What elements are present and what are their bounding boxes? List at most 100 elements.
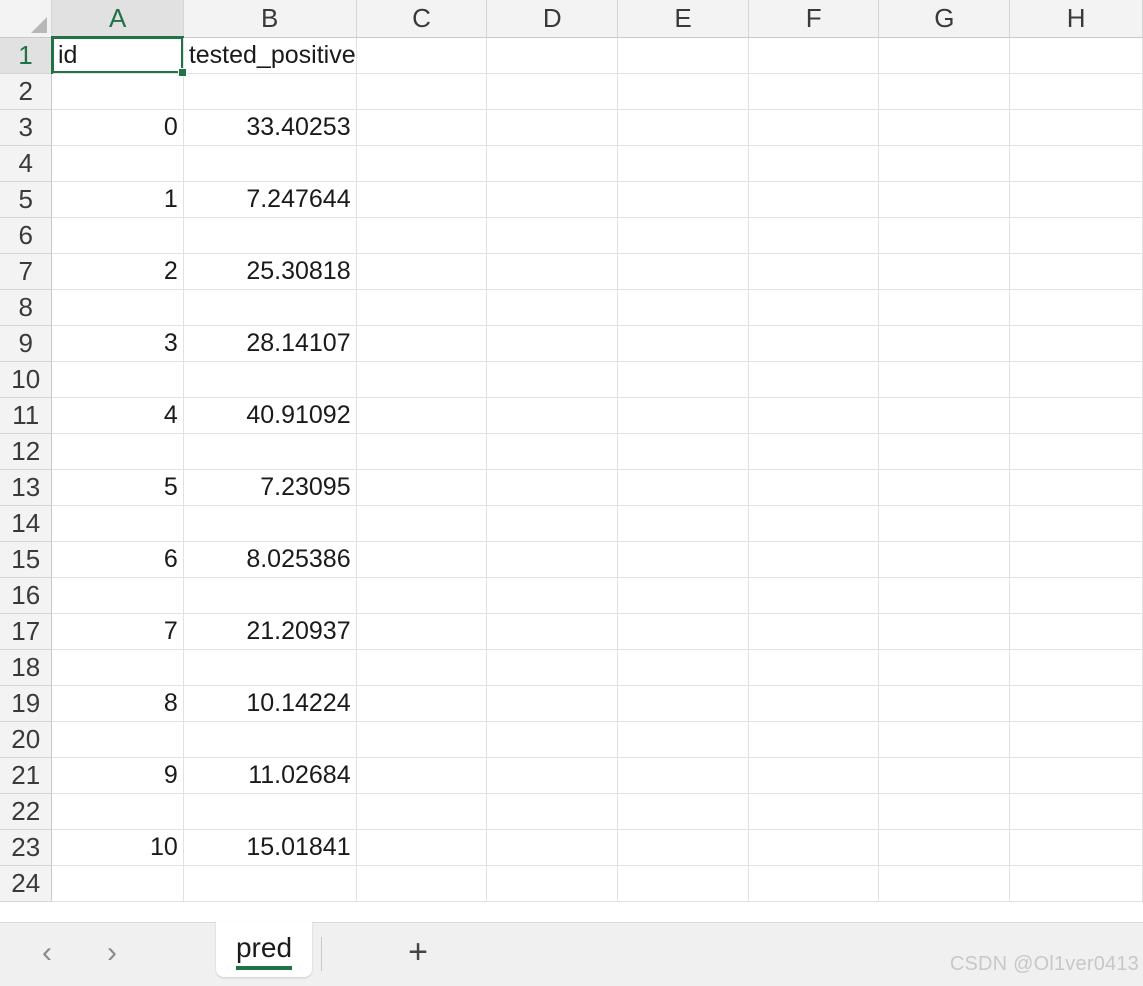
cell-b5[interactable]: 7.247644 (183, 181, 357, 218)
next-sheet-icon[interactable]: › (94, 935, 130, 971)
cell-c18[interactable] (356, 649, 488, 686)
cell-g13[interactable] (878, 469, 1011, 506)
cell-b3[interactable]: 33.40253 (183, 109, 357, 146)
cell-f3[interactable] (748, 109, 880, 146)
cell-h22[interactable] (1009, 793, 1143, 830)
cell-h20[interactable] (1009, 721, 1143, 758)
cell-a19[interactable]: 8 (51, 685, 184, 722)
cell-b1[interactable]: tested_positive (183, 37, 357, 74)
cell-a18[interactable] (51, 649, 184, 686)
cell-d12[interactable] (486, 433, 619, 470)
cell-h19[interactable] (1009, 685, 1143, 722)
cell-a3[interactable]: 0 (51, 109, 184, 146)
cell-g11[interactable] (878, 397, 1011, 434)
row-header[interactable]: 6 (0, 217, 53, 254)
cell-c8[interactable] (356, 289, 488, 326)
cell-h3[interactable] (1009, 109, 1143, 146)
cell-d14[interactable] (486, 505, 619, 542)
cell-d18[interactable] (486, 649, 619, 686)
cell-e9[interactable] (617, 325, 749, 362)
cell-e8[interactable] (617, 289, 749, 326)
cell-f14[interactable] (748, 505, 880, 542)
cell-a15[interactable]: 6 (51, 541, 184, 578)
cell-g8[interactable] (878, 289, 1011, 326)
cell-c13[interactable] (356, 469, 488, 506)
cell-h6[interactable] (1009, 217, 1143, 254)
cell-d11[interactable] (486, 397, 619, 434)
row-header[interactable]: 14 (0, 505, 53, 542)
cell-f20[interactable] (748, 721, 880, 758)
cell-h18[interactable] (1009, 649, 1143, 686)
cell-f24[interactable] (748, 865, 880, 902)
cell-b14[interactable] (183, 505, 357, 542)
cell-c7[interactable] (356, 253, 488, 290)
cell-e12[interactable] (617, 433, 749, 470)
cell-b21[interactable]: 11.02684 (183, 757, 357, 794)
row-header[interactable]: 16 (0, 577, 53, 614)
cell-c11[interactable] (356, 397, 488, 434)
cell-h23[interactable] (1009, 829, 1143, 866)
row-header[interactable]: 24 (0, 865, 53, 902)
row-header[interactable]: 8 (0, 289, 53, 326)
cell-a8[interactable] (51, 289, 184, 326)
cell-a24[interactable] (51, 865, 184, 902)
cell-e18[interactable] (617, 649, 749, 686)
row-header[interactable]: 15 (0, 541, 53, 578)
cell-e22[interactable] (617, 793, 749, 830)
cell-d1[interactable] (486, 37, 619, 74)
cell-h13[interactable] (1009, 469, 1143, 506)
cell-b8[interactable] (183, 289, 357, 326)
sheet-tab-pred[interactable]: pred (216, 922, 312, 977)
cell-c22[interactable] (356, 793, 488, 830)
row-header[interactable]: 5 (0, 181, 53, 218)
cell-d3[interactable] (486, 109, 619, 146)
cell-a4[interactable] (51, 145, 184, 182)
cell-g12[interactable] (878, 433, 1011, 470)
cell-g9[interactable] (878, 325, 1011, 362)
cell-h7[interactable] (1009, 253, 1143, 290)
cell-b19[interactable]: 10.14224 (183, 685, 357, 722)
cell-b15[interactable]: 8.025386 (183, 541, 357, 578)
cell-g5[interactable] (878, 181, 1011, 218)
prev-sheet-icon[interactable]: ‹ (29, 935, 65, 971)
cell-f6[interactable] (748, 217, 880, 254)
cell-d5[interactable] (486, 181, 619, 218)
cell-f10[interactable] (748, 361, 880, 398)
cell-d16[interactable] (486, 577, 619, 614)
cell-e11[interactable] (617, 397, 749, 434)
cell-b4[interactable] (183, 145, 357, 182)
cell-f17[interactable] (748, 613, 880, 650)
column-header-h[interactable]: H (1009, 0, 1143, 38)
cell-e1[interactable] (617, 37, 749, 74)
cell-g2[interactable] (878, 73, 1011, 110)
cell-d7[interactable] (486, 253, 619, 290)
cell-b22[interactable] (183, 793, 357, 830)
row-header[interactable]: 22 (0, 793, 53, 830)
cell-a6[interactable] (51, 217, 184, 254)
cell-g4[interactable] (878, 145, 1011, 182)
cell-f19[interactable] (748, 685, 880, 722)
cell-a12[interactable] (51, 433, 184, 470)
cell-c10[interactable] (356, 361, 488, 398)
cell-d6[interactable] (486, 217, 619, 254)
cell-h21[interactable] (1009, 757, 1143, 794)
cell-a20[interactable] (51, 721, 184, 758)
cell-c2[interactable] (356, 73, 488, 110)
row-header[interactable]: 1 (0, 37, 53, 74)
cell-e6[interactable] (617, 217, 749, 254)
cell-h10[interactable] (1009, 361, 1143, 398)
cell-a2[interactable] (51, 73, 184, 110)
cell-e17[interactable] (617, 613, 749, 650)
column-header-a[interactable]: A (51, 0, 184, 38)
cell-d23[interactable] (486, 829, 619, 866)
cell-f18[interactable] (748, 649, 880, 686)
row-header[interactable]: 20 (0, 721, 53, 758)
cell-a14[interactable] (51, 505, 184, 542)
cell-b12[interactable] (183, 433, 357, 470)
cell-f7[interactable] (748, 253, 880, 290)
cell-f16[interactable] (748, 577, 880, 614)
column-header-c[interactable]: C (356, 0, 488, 38)
cell-b17[interactable]: 21.20937 (183, 613, 357, 650)
cell-b16[interactable] (183, 577, 357, 614)
cell-a10[interactable] (51, 361, 184, 398)
